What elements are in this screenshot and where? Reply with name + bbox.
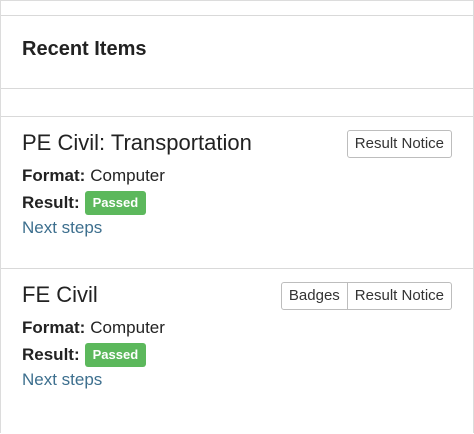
recent-item-fe-civil: FE Civil Badges Result Notice Format: Co… [1, 269, 473, 434]
format-row: Format: Computer [22, 317, 165, 339]
format-label: Format: [22, 166, 86, 185]
format-label: Format: [22, 318, 86, 337]
result-notice-button[interactable]: Result Notice [346, 130, 452, 158]
result-row: Result: Passed [22, 343, 147, 367]
recent-items-panel: Recent Items PE Civil: Transportation Re… [0, 0, 474, 433]
next-steps-link[interactable]: Next steps [22, 218, 102, 238]
format-value: Computer [90, 166, 165, 185]
status-badge: Passed [84, 343, 147, 367]
result-row: Result: Passed [22, 191, 147, 215]
result-label: Result: [22, 345, 80, 364]
panel-header: Recent Items [1, 15, 473, 89]
panel-divider-row [1, 89, 473, 117]
next-steps-link[interactable]: Next steps [22, 370, 102, 390]
badges-button[interactable]: Badges [280, 282, 348, 310]
result-notice-button[interactable]: Result Notice [347, 282, 452, 310]
item-action-buttons: Badges Result Notice [280, 282, 452, 310]
format-row: Format: Computer [22, 165, 165, 187]
recent-item-pe-civil-transportation: PE Civil: Transportation Result Notice F… [1, 117, 473, 269]
item-title: FE Civil [22, 282, 98, 307]
format-value: Computer [90, 318, 165, 337]
panel-title: Recent Items [22, 38, 147, 60]
result-label: Result: [22, 193, 80, 212]
status-badge: Passed [84, 191, 147, 215]
item-title: PE Civil: Transportation [22, 130, 252, 155]
item-action-buttons: Result Notice [346, 130, 452, 158]
